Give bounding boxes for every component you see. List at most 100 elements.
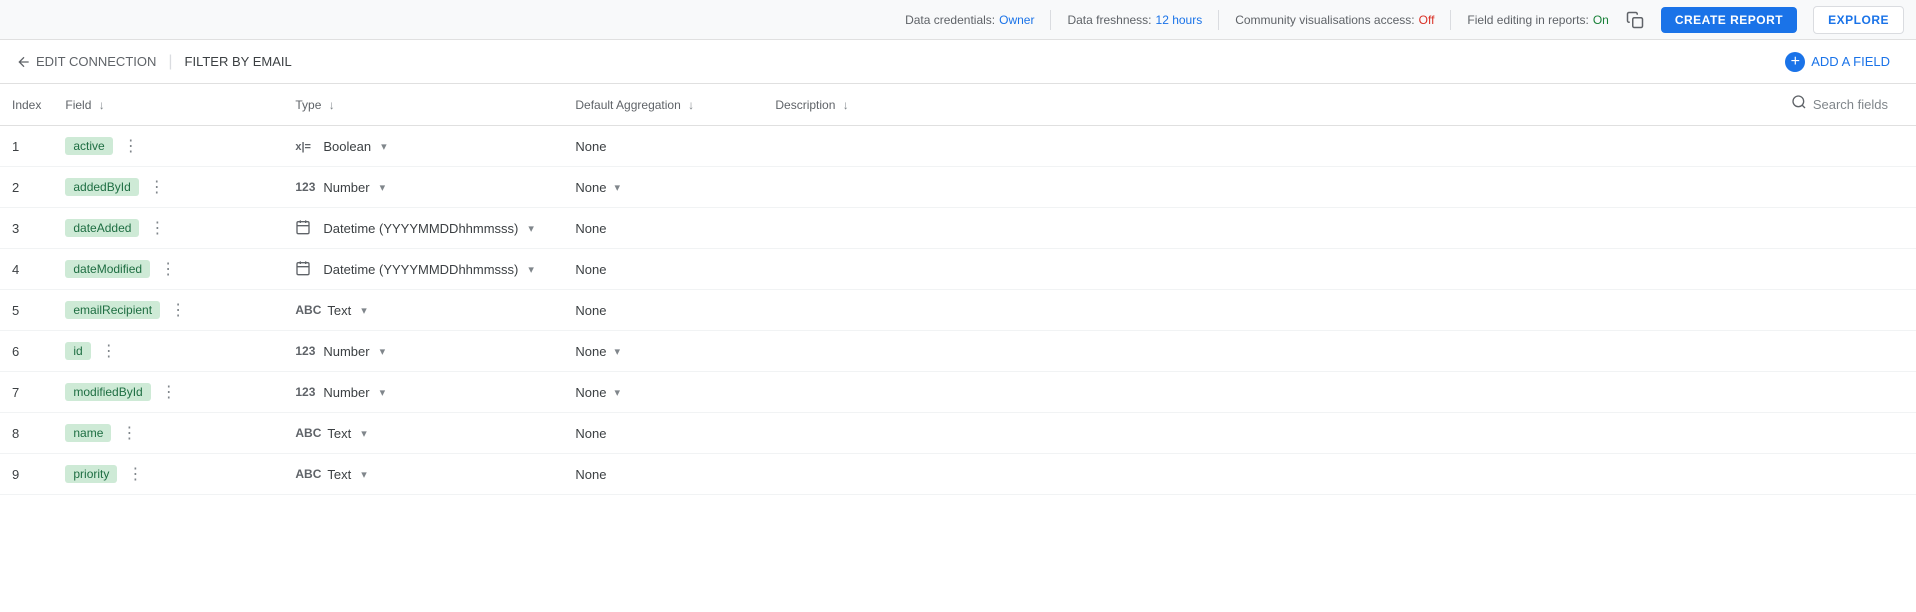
search-placeholder-text[interactable]: Search fields: [1813, 97, 1888, 112]
field-name-tag[interactable]: id: [65, 342, 90, 360]
col-header-aggregation[interactable]: Default Aggregation ↓: [563, 84, 763, 126]
field-options-menu[interactable]: ⋮: [156, 257, 181, 281]
type-dropdown-arrow[interactable]: ▾: [380, 181, 386, 194]
field-name-tag[interactable]: addedById: [65, 178, 138, 196]
field-name-tag[interactable]: modifiedById: [65, 383, 150, 401]
back-button[interactable]: EDIT CONNECTION: [16, 54, 156, 70]
field-options-menu[interactable]: ⋮: [119, 134, 144, 158]
copy-icon[interactable]: [1625, 10, 1645, 30]
field-options-menu[interactable]: ⋮: [166, 298, 191, 322]
field-name-tag[interactable]: active: [65, 137, 112, 155]
cell-type: ABCText▾: [283, 290, 563, 331]
agg-dropdown-arrow[interactable]: ▾: [614, 345, 620, 358]
table-row: 7modifiedById⋮123Number▾None▾: [0, 372, 1916, 413]
type-dropdown-arrow[interactable]: ▾: [380, 386, 386, 399]
cell-field: active ⋮: [53, 126, 283, 167]
aggregation-value: None: [575, 139, 606, 154]
agg-dropdown-arrow[interactable]: ▾: [614, 386, 620, 399]
table-row: 9priority⋮ABCText▾None: [0, 454, 1916, 495]
cell-index: 1: [0, 126, 53, 167]
col-header-index: Index: [0, 84, 53, 126]
field-options-menu[interactable]: ⋮: [157, 380, 182, 404]
cell-index: 3: [0, 208, 53, 249]
field-options-menu[interactable]: ⋮: [145, 175, 170, 199]
field-name-tag[interactable]: dateAdded: [65, 219, 139, 237]
community-access-value[interactable]: Off: [1419, 13, 1435, 27]
explore-button[interactable]: EXPLORE: [1813, 6, 1904, 34]
field-editing-value[interactable]: On: [1593, 13, 1609, 27]
type-dropdown-arrow[interactable]: ▾: [361, 468, 367, 481]
cell-aggregation: None: [563, 413, 763, 454]
separator-1: [1050, 10, 1051, 30]
cell-type: 123Number▾: [283, 331, 563, 372]
type-dropdown-arrow[interactable]: ▾: [361, 427, 367, 440]
cell-description: [763, 208, 1063, 249]
field-options-menu[interactable]: ⋮: [145, 216, 170, 240]
type-text: Text: [327, 467, 351, 482]
data-freshness-value[interactable]: 12 hours: [1156, 13, 1203, 27]
type-dropdown-arrow[interactable]: ▾: [381, 140, 387, 153]
aggregation-value: None: [575, 467, 606, 482]
field-name-tag[interactable]: name: [65, 424, 111, 442]
table-row: 4dateModified⋮Datetime (YYYYMMDDhhmmsss)…: [0, 249, 1916, 290]
cell-type: x|=Boolean▾: [283, 126, 563, 167]
cell-empty: [1063, 454, 1916, 495]
type-sort-icon: ↓: [329, 98, 335, 112]
aggregation-value: None: [575, 180, 606, 195]
field-name-tag[interactable]: dateModified: [65, 260, 150, 278]
cell-type: Datetime (YYYYMMDDhhmmsss) ▾: [283, 208, 563, 249]
cell-aggregation: None ▾: [563, 372, 763, 413]
back-arrow-icon: [16, 54, 32, 70]
cell-aggregation: None ▾: [563, 331, 763, 372]
field-name-tag[interactable]: emailRecipient: [65, 301, 160, 319]
sub-bar-separator: |: [168, 53, 172, 71]
type-dropdown-arrow[interactable]: ▾: [361, 304, 367, 317]
aggregation-value: None: [575, 344, 606, 359]
col-header-type[interactable]: Type ↓: [283, 84, 563, 126]
type-dropdown-arrow[interactable]: ▾: [380, 345, 386, 358]
cell-field: priority ⋮: [53, 454, 283, 495]
data-freshness-label: Data freshness:: [1067, 13, 1151, 27]
cell-field: dateAdded ⋮: [53, 208, 283, 249]
field-options-menu[interactable]: ⋮: [117, 421, 142, 445]
field-name-tag[interactable]: priority: [65, 465, 117, 483]
sub-bar: EDIT CONNECTION | FILTER BY EMAIL + ADD …: [0, 40, 1916, 84]
type-text: Datetime (YYYYMMDDhhmmsss): [323, 221, 518, 236]
aggregation-value: None: [575, 303, 606, 318]
filter-by-email-label: FILTER BY EMAIL: [185, 54, 292, 69]
number-icon: 123: [295, 344, 317, 358]
number-icon: 123: [295, 180, 317, 194]
fields-table: Index Field ↓ Type ↓ Default Aggregation…: [0, 84, 1916, 495]
data-credentials-value[interactable]: Owner: [999, 13, 1034, 27]
cell-empty: [1063, 372, 1916, 413]
col-header-description[interactable]: Description ↓: [763, 84, 1063, 126]
field-options-menu[interactable]: ⋮: [97, 339, 122, 363]
aggregation-value: None: [575, 426, 606, 441]
col-header-field[interactable]: Field ↓: [53, 84, 283, 126]
create-report-button[interactable]: CREATE REPORT: [1661, 7, 1797, 33]
field-options-menu[interactable]: ⋮: [123, 462, 148, 486]
top-bar: Data credentials: Owner Data freshness: …: [0, 0, 1916, 40]
type-dropdown-arrow[interactable]: ▾: [528, 222, 534, 235]
add-field-label: ADD A FIELD: [1811, 54, 1890, 69]
cell-index: 6: [0, 331, 53, 372]
cell-empty: [1063, 126, 1916, 167]
table-body: 1active⋮x|=Boolean▾None2addedById⋮123Num…: [0, 126, 1916, 495]
cell-description: [763, 249, 1063, 290]
cell-index: 5: [0, 290, 53, 331]
type-text: Text: [327, 303, 351, 318]
add-field-button[interactable]: + ADD A FIELD: [1775, 48, 1900, 76]
cell-field: id ⋮: [53, 331, 283, 372]
type-dropdown-arrow[interactable]: ▾: [528, 263, 534, 276]
type-text: Boolean: [323, 139, 371, 154]
cell-index: 7: [0, 372, 53, 413]
cell-type: ABCText▾: [283, 413, 563, 454]
table-row: 5emailRecipient⋮ABCText▾None: [0, 290, 1916, 331]
cell-index: 2: [0, 167, 53, 208]
agg-dropdown-arrow[interactable]: ▾: [614, 181, 620, 194]
cell-field: dateModified ⋮: [53, 249, 283, 290]
cell-empty: [1063, 167, 1916, 208]
cell-description: [763, 454, 1063, 495]
aggregation-value: None: [575, 385, 606, 400]
col-header-search: Search fields: [1063, 84, 1916, 126]
